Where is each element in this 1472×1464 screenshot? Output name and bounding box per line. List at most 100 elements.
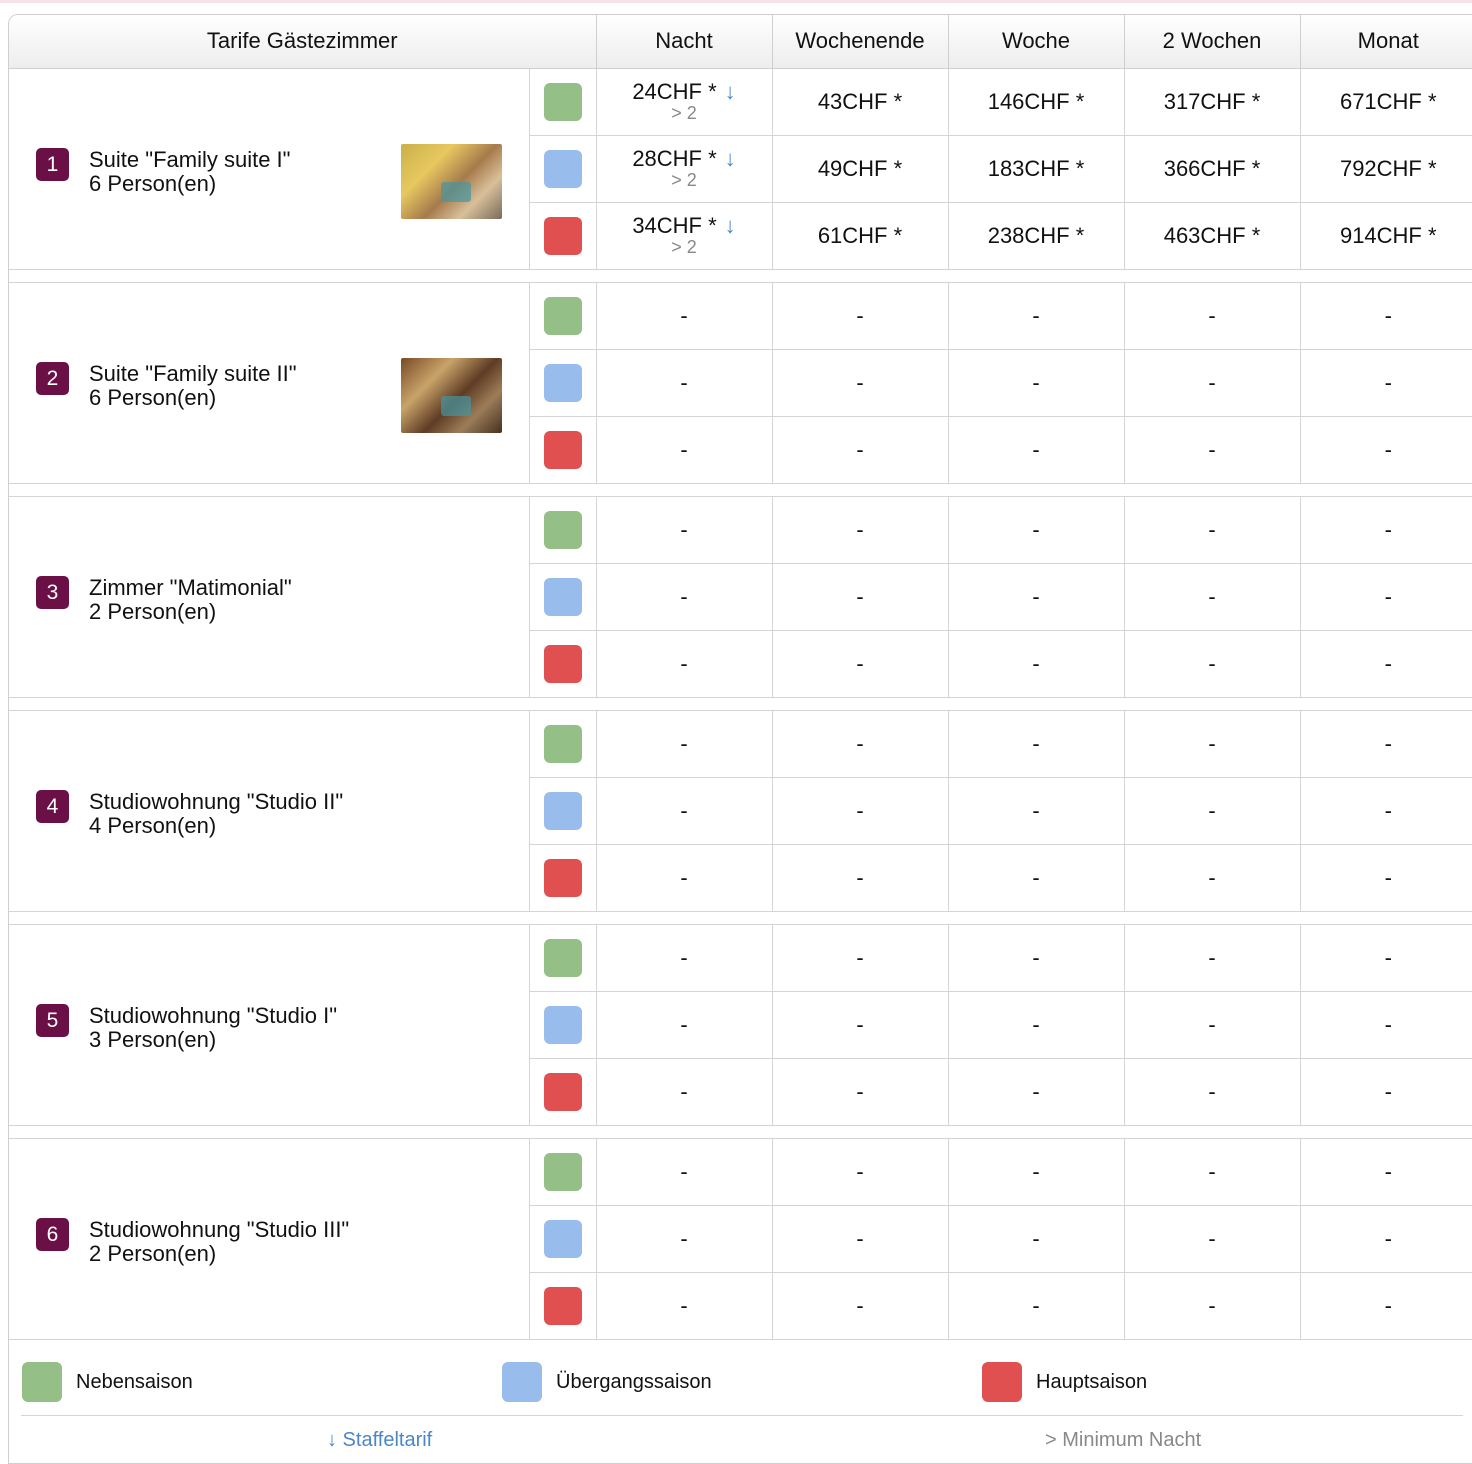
- season-cell: [529, 710, 597, 778]
- price-2-wochen: -: [1124, 991, 1301, 1059]
- price-nacht: -: [596, 282, 773, 350]
- price-wochenende: -: [772, 1205, 949, 1273]
- minimum-nights: > 2: [671, 170, 697, 190]
- legend: Nebensaison Übergangssaison Hauptsaison …: [9, 1349, 1472, 1451]
- price-wochenende: 43CHF *: [772, 68, 949, 136]
- nebensaison-swatch-icon: [543, 296, 582, 335]
- table-row: 1 Suite "Family suite I" 6 Person(en) 24CHF…: [9, 68, 1472, 270]
- price-wochenende: -: [772, 710, 949, 778]
- nebensaison-swatch-icon: [543, 510, 582, 549]
- room-number-badge: 5: [36, 1003, 69, 1037]
- nebensaison-swatch-icon: [543, 1152, 582, 1191]
- price-nacht: -: [596, 1272, 773, 1340]
- price-wochenende: -: [772, 349, 949, 417]
- price-woche: -: [948, 844, 1125, 912]
- price-nacht: -: [596, 844, 773, 912]
- uebergangssaison-swatch-icon: [543, 149, 582, 188]
- table-row: 5 Studiowohnung "Studio I" 3 Person(en) - - -…: [9, 924, 1472, 1126]
- blue-swatch-icon: [502, 1362, 542, 1402]
- rates-table: Tarife Gästezimmer Nacht Wochenende Woch…: [9, 15, 1472, 1340]
- room-separator: [9, 697, 1472, 711]
- photo-detail: [441, 395, 471, 416]
- price-monat: -: [1300, 924, 1472, 992]
- room-title[interactable]: Suite "Family suite II" 6 Person(en): [89, 361, 297, 410]
- room-number-badge: 4: [36, 789, 69, 823]
- room-number-badge: 3: [36, 575, 69, 609]
- price-monat: -: [1300, 416, 1472, 484]
- season-cell: [529, 282, 597, 350]
- price-woche: -: [948, 710, 1125, 778]
- room-photo[interactable]: [401, 143, 502, 219]
- green-swatch-icon: [22, 1362, 62, 1402]
- room-persons: 6 Person(en): [89, 384, 217, 410]
- minimum-nights: > 2: [671, 237, 697, 257]
- price-wochenende: -: [772, 282, 949, 350]
- price-wochenende: -: [772, 496, 949, 564]
- price-2-wochen: -: [1124, 282, 1301, 350]
- price-monat: -: [1300, 1058, 1472, 1126]
- red-swatch-icon: [982, 1362, 1022, 1402]
- room-name[interactable]: Studiowohnung "Studio III": [89, 1217, 349, 1242]
- room-name[interactable]: Suite "Family suite I": [89, 147, 290, 172]
- staffeltarif-arrow-icon: ↓: [724, 213, 736, 238]
- room-cell: 2 Suite "Family suite II" 6 Person(en): [9, 282, 530, 484]
- table-row: 6 Studiowohnung "Studio III" 2 Person(en) -…: [9, 1138, 1472, 1340]
- price-woche: -: [948, 282, 1125, 350]
- table-header-row: Tarife Gästezimmer Nacht Wochenende Woch…: [9, 15, 1472, 69]
- price-woche: -: [948, 777, 1125, 845]
- price-2-wochen: -: [1124, 1058, 1301, 1126]
- room-photo[interactable]: [401, 357, 502, 433]
- room-title[interactable]: Suite "Family suite I" 6 Person(en): [89, 147, 290, 196]
- room-title[interactable]: Studiowohnung "Studio I" 3 Person(en): [89, 1003, 337, 1052]
- room-name[interactable]: Studiowohnung "Studio I": [89, 1003, 337, 1028]
- price-woche: 183CHF *: [948, 135, 1125, 203]
- price-woche: -: [948, 496, 1125, 564]
- uebergangssaison-swatch-icon: [543, 363, 582, 402]
- col-header-nacht: Nacht: [596, 15, 773, 69]
- room-persons: 4 Person(en): [89, 812, 217, 838]
- season-cell: [529, 1138, 597, 1206]
- season-cell: [529, 777, 597, 845]
- room-number-badge: 1: [36, 147, 69, 181]
- price-wochenende: -: [772, 1272, 949, 1340]
- price-monat: -: [1300, 282, 1472, 350]
- table-row: 4 Studiowohnung "Studio II" 4 Person(en) - -…: [9, 710, 1472, 912]
- hauptsaison-swatch-icon: [543, 216, 582, 255]
- uebergangssaison-swatch-icon: [543, 1005, 582, 1044]
- room-title[interactable]: Studiowohnung "Studio III" 2 Person(en): [89, 1217, 349, 1266]
- top-accent-line: [0, 0, 1472, 3]
- col-header-woche: Woche: [948, 15, 1125, 69]
- price-nacht: -: [596, 563, 773, 631]
- room-title[interactable]: Studiowohnung "Studio II" 4 Person(en): [89, 789, 343, 838]
- room-persons: 3 Person(en): [89, 1026, 217, 1052]
- season-cell: [529, 844, 597, 912]
- nebensaison-swatch-icon: [543, 724, 582, 763]
- price-nacht: 34CHF * ↓ > 2: [596, 202, 773, 270]
- price-2-wochen: 463CHF *: [1124, 202, 1301, 270]
- rates-table-container: Tarife Gästezimmer Nacht Wochenende Woch…: [8, 14, 1472, 1464]
- season-cell: [529, 202, 597, 270]
- col-header-wochenende: Wochenende: [772, 15, 949, 69]
- price-monat: -: [1300, 496, 1472, 564]
- photo-detail: [441, 181, 471, 202]
- price-2-wochen: -: [1124, 630, 1301, 698]
- price-monat: -: [1300, 563, 1472, 631]
- price-nacht: -: [596, 1205, 773, 1273]
- price-wochenende: -: [772, 563, 949, 631]
- room-number-badge: 2: [36, 361, 69, 395]
- table-row: 3 Zimmer "Matimonial" 2 Person(en) - - - - -: [9, 496, 1472, 698]
- hauptsaison-swatch-icon: [543, 1286, 582, 1325]
- price-monat: 914CHF *: [1300, 202, 1472, 270]
- room-name[interactable]: Studiowohnung "Studio II": [89, 789, 343, 814]
- price-woche: 238CHF *: [948, 202, 1125, 270]
- price-monat: -: [1300, 630, 1472, 698]
- price-wochenende: -: [772, 924, 949, 992]
- price-monat: -: [1300, 1272, 1472, 1340]
- minimum-nights: > 2: [671, 103, 697, 123]
- price-woche: -: [948, 1138, 1125, 1206]
- room-name[interactable]: Zimmer "Matimonial": [89, 575, 292, 600]
- room-title[interactable]: Zimmer "Matimonial" 2 Person(en): [89, 575, 292, 624]
- room-cell: 4 Studiowohnung "Studio II" 4 Person(en): [9, 710, 530, 912]
- room-name[interactable]: Suite "Family suite II": [89, 361, 297, 386]
- season-cell: [529, 135, 597, 203]
